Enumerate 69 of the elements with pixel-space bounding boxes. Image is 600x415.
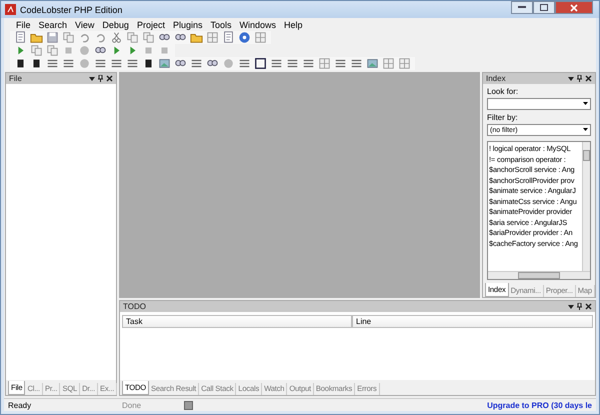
image-icon[interactable] <box>158 57 171 70</box>
panel-title: File <box>9 74 23 83</box>
menu-item[interactable]: Search <box>34 20 72 30</box>
align-icon[interactable] <box>46 57 59 70</box>
maximize-button[interactable] <box>533 1 555 14</box>
table-icon[interactable] <box>382 57 395 70</box>
menu-item[interactable]: File <box>12 20 35 30</box>
grip-icon <box>184 400 193 410</box>
dropdown-icon[interactable] <box>583 128 588 132</box>
field-label: Filter by: <box>486 112 519 124</box>
progress-text: Done <box>121 400 142 410</box>
align-icon[interactable] <box>334 57 347 70</box>
close-button[interactable] <box>555 1 593 14</box>
close-icon <box>570 4 578 12</box>
dropdown-icon[interactable] <box>568 76 574 82</box>
copy-icon[interactable] <box>62 31 75 44</box>
align-icon[interactable] <box>302 57 315 70</box>
align-icon[interactable] <box>62 57 75 70</box>
field-label: Look for: <box>486 86 520 98</box>
dropdown-icon[interactable] <box>568 304 574 310</box>
menu-item[interactable]: Plugins <box>168 20 206 30</box>
border-icon[interactable] <box>254 57 267 70</box>
help-icon[interactable] <box>238 31 251 44</box>
column-header[interactable]: Line <box>352 315 593 328</box>
align-icon[interactable] <box>238 57 251 70</box>
save-icon[interactable] <box>46 31 59 44</box>
menu-item[interactable]: Project <box>132 20 169 30</box>
align-icon[interactable] <box>350 57 363 70</box>
cut-icon[interactable] <box>110 31 123 44</box>
close-icon[interactable] <box>585 75 592 82</box>
dropdown-icon[interactable] <box>583 102 588 106</box>
pin-icon[interactable] <box>577 303 582 310</box>
window-title: CodeLobster PHP Edition <box>20 4 124 14</box>
status-text: Ready <box>7 400 32 410</box>
pin-icon[interactable] <box>98 75 103 82</box>
align-icon[interactable] <box>286 57 299 70</box>
panel-title: Index <box>486 74 507 83</box>
image-icon[interactable] <box>366 57 379 70</box>
document-icon[interactable] <box>14 31 27 44</box>
menu-item[interactable]: Help <box>280 20 307 30</box>
folder-icon[interactable] <box>190 31 203 44</box>
table-icon[interactable] <box>206 31 219 44</box>
menu-item[interactable]: Debug <box>98 20 133 30</box>
restore-icon <box>540 4 548 11</box>
copy-icon[interactable] <box>126 31 139 44</box>
panel-title: TODO <box>123 302 147 311</box>
menu-item[interactable]: Windows <box>236 20 280 30</box>
align-icon[interactable] <box>94 57 107 70</box>
minimize-button[interactable] <box>511 1 533 14</box>
align-icon[interactable] <box>126 57 139 70</box>
close-icon[interactable] <box>106 75 113 82</box>
scrollbar[interactable] <box>582 142 590 271</box>
table-icon[interactable] <box>318 57 331 70</box>
align-icon[interactable] <box>110 57 123 70</box>
scrollbar[interactable] <box>488 271 590 279</box>
align-icon[interactable] <box>190 57 203 70</box>
table-icon[interactable] <box>254 31 267 44</box>
document-icon[interactable] <box>222 31 235 44</box>
upgrade-link[interactable]: Upgrade to PRO (30 days le <box>487 400 596 410</box>
menu-item[interactable]: Tools <box>206 20 236 30</box>
dropdown-icon[interactable] <box>89 76 95 82</box>
align-icon[interactable] <box>270 57 283 70</box>
menu-item[interactable]: View <box>71 20 98 30</box>
app-logo-icon <box>5 4 16 15</box>
minimize-icon <box>518 6 526 9</box>
table-icon[interactable] <box>398 57 411 70</box>
column-header[interactable]: Task <box>122 315 352 328</box>
pin-icon[interactable] <box>577 75 582 82</box>
close-icon[interactable] <box>585 303 592 310</box>
